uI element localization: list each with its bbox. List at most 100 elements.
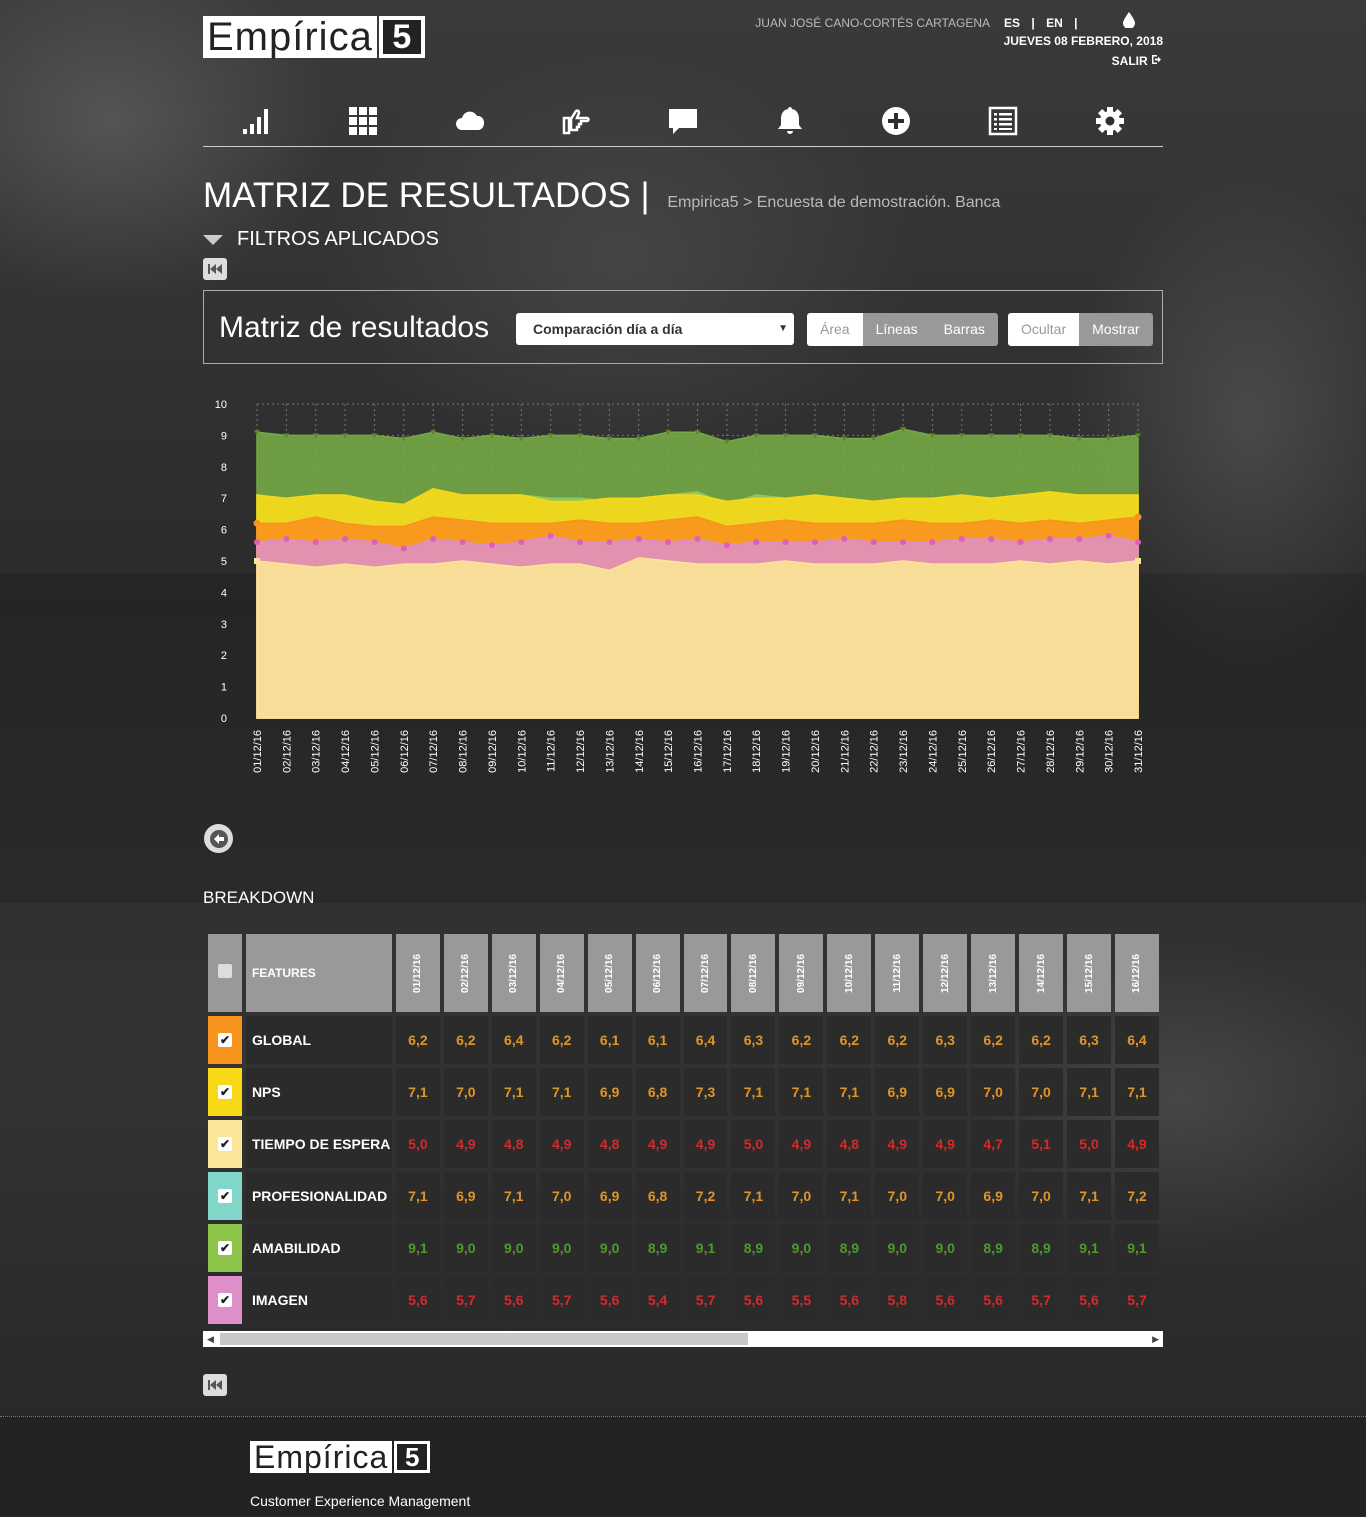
series-point <box>1076 536 1083 543</box>
x-tick-label: 01/12/16 <box>252 730 264 773</box>
series-checkbox[interactable]: ✔ <box>217 1293 232 1307</box>
series-point <box>606 539 613 546</box>
scroll-left-icon[interactable]: ◀ <box>207 1331 214 1347</box>
value-cell: 5,6 <box>731 1276 776 1324</box>
date-header-label: 04/12/16 <box>556 953 568 993</box>
series-point <box>254 558 260 564</box>
value-cell: 6,1 <box>635 1016 680 1064</box>
first-page-button-bottom[interactable] <box>203 1374 227 1396</box>
nav-grid[interactable] <box>310 96 417 146</box>
value-cell: 6,1 <box>587 1016 632 1064</box>
date-header-label: 15/12/16 <box>1083 953 1095 993</box>
x-tick-label: 03/12/16 <box>311 730 323 773</box>
x-tick-label: 09/12/16 <box>487 730 499 773</box>
nav-bar-chart[interactable] <box>203 96 310 146</box>
type-area-button[interactable]: Área <box>807 313 863 346</box>
table-row: ✔ TIEMPO DE ESPERA 5,0 4,9 4,8 4,9 4,8 4,9 4,9 5,… <box>208 1120 1159 1168</box>
value-cell: 7,0 <box>1019 1068 1064 1116</box>
feature-name: NPS <box>245 1068 392 1116</box>
x-tick-label: 30/12/16 <box>1104 730 1116 773</box>
logout-label: SALIR <box>1111 54 1148 68</box>
value-cell: 6,2 <box>779 1016 824 1064</box>
logo-word: Empírica <box>203 16 377 58</box>
series-checkbox[interactable]: ✔ <box>217 1085 232 1099</box>
type-lines-button[interactable]: Líneas <box>862 313 931 346</box>
value-cell: 7,1 <box>1067 1068 1111 1116</box>
back-button[interactable] <box>204 824 233 853</box>
series-point <box>430 536 437 543</box>
comparison-select[interactable]: Comparación día a día ▼ <box>516 313 794 345</box>
nav-cloud[interactable] <box>416 96 523 146</box>
area-chart: 0 1 2 3 4 5 6 7 8 9 10 01/12/16 02/12/16 03/12/16 04/1… <box>203 390 1163 810</box>
value-cell: 9,1 <box>395 1224 440 1272</box>
footer: Empírica 5 Customer Experience Managemen… <box>0 1416 1366 1517</box>
series-point <box>371 539 378 546</box>
value-cell: 5,7 <box>1019 1276 1064 1324</box>
value-cell: 9,1 <box>1114 1224 1159 1272</box>
nav-hand-pointer[interactable] <box>523 96 630 146</box>
select-all-checkbox[interactable] <box>217 963 232 978</box>
date-header: 02/12/16 <box>443 934 488 1012</box>
nav-plus[interactable] <box>843 96 950 146</box>
nav-bell[interactable] <box>736 96 843 146</box>
hide-button[interactable]: Ocultar <box>1008 313 1080 346</box>
footer-logo[interactable]: Empírica 5 <box>250 1441 431 1473</box>
filters-toggle[interactable]: FILTROS APLICADOS <box>203 228 439 251</box>
breakdown-title: BREAKDOWN <box>203 888 315 907</box>
value-cell: 5,8 <box>875 1276 920 1324</box>
nav-comment[interactable] <box>630 96 737 146</box>
series-color-swatch: ✔ <box>208 1276 242 1324</box>
x-tick-label: 08/12/16 <box>458 730 470 773</box>
series-checkbox[interactable]: ✔ <box>217 1241 232 1255</box>
series-point <box>254 539 260 546</box>
value-cell: 5,6 <box>587 1276 632 1324</box>
series-color-swatch: ✔ <box>208 1172 242 1220</box>
table-header-row: FEATURES 01/12/16 02/12/16 03/12/16 04/12/1… <box>208 934 1159 1012</box>
series-checkbox[interactable]: ✔ <box>217 1189 232 1203</box>
breadcrumb[interactable]: Empirica5 > Encuesta de demostración. Ba… <box>667 194 1000 211</box>
value-cell: 7,2 <box>1114 1172 1159 1220</box>
comparison-select-value: Comparación día a día <box>533 321 683 337</box>
drop-icon[interactable] <box>1123 12 1135 33</box>
logo-number: 5 <box>378 16 425 58</box>
x-tick-label: 29/12/16 <box>1074 730 1086 773</box>
series-checkbox[interactable]: ✔ <box>217 1137 232 1151</box>
nav-settings[interactable] <box>1056 96 1163 146</box>
series-point <box>1017 539 1024 546</box>
value-cell: 4,9 <box>443 1120 488 1168</box>
date-header-label: 05/12/16 <box>604 953 616 993</box>
value-cell: 5,5 <box>779 1276 824 1324</box>
series-point <box>577 539 584 546</box>
lang-separator: | <box>1074 16 1078 30</box>
show-button[interactable]: Mostrar <box>1079 313 1153 346</box>
series-checkbox[interactable]: ✔ <box>217 1033 232 1047</box>
bar-chart-icon <box>243 109 269 134</box>
brand-logo[interactable]: Empírica 5 <box>203 16 425 58</box>
value-cell: 7,0 <box>971 1068 1016 1116</box>
nav-list[interactable] <box>950 96 1057 146</box>
value-cell: 9,0 <box>875 1224 920 1272</box>
date-header-label: 09/12/16 <box>795 953 807 993</box>
value-cell: 9,1 <box>683 1224 728 1272</box>
first-page-button[interactable] <box>203 258 227 280</box>
scroll-right-icon[interactable]: ▶ <box>1152 1331 1159 1347</box>
arrow-left-icon <box>209 829 228 848</box>
series-point <box>782 539 789 546</box>
lang-es-link[interactable]: ES <box>1004 16 1020 30</box>
results-panel: Matriz de resultados Comparación día a d… <box>203 290 1163 364</box>
skip-back-icon <box>208 264 222 274</box>
horizontal-scrollbar[interactable]: ◀ ▶ <box>203 1331 1163 1347</box>
y-tick-label: 4 <box>221 587 227 599</box>
value-cell: 7,1 <box>395 1068 440 1116</box>
features-header: FEATURES <box>245 934 392 1012</box>
list-icon <box>988 106 1018 136</box>
date-header-label: 14/12/16 <box>1035 953 1047 993</box>
type-bars-button[interactable]: Barras <box>930 313 998 346</box>
value-cell: 5,1 <box>1019 1120 1064 1168</box>
value-cell: 4,9 <box>539 1120 584 1168</box>
lang-en-link[interactable]: EN <box>1046 16 1063 30</box>
value-cell: 7,1 <box>539 1068 584 1116</box>
scroll-thumb[interactable] <box>220 1333 748 1345</box>
logout-link[interactable]: SALIR <box>1000 54 1163 68</box>
series-color-swatch: ✔ <box>208 1016 242 1064</box>
